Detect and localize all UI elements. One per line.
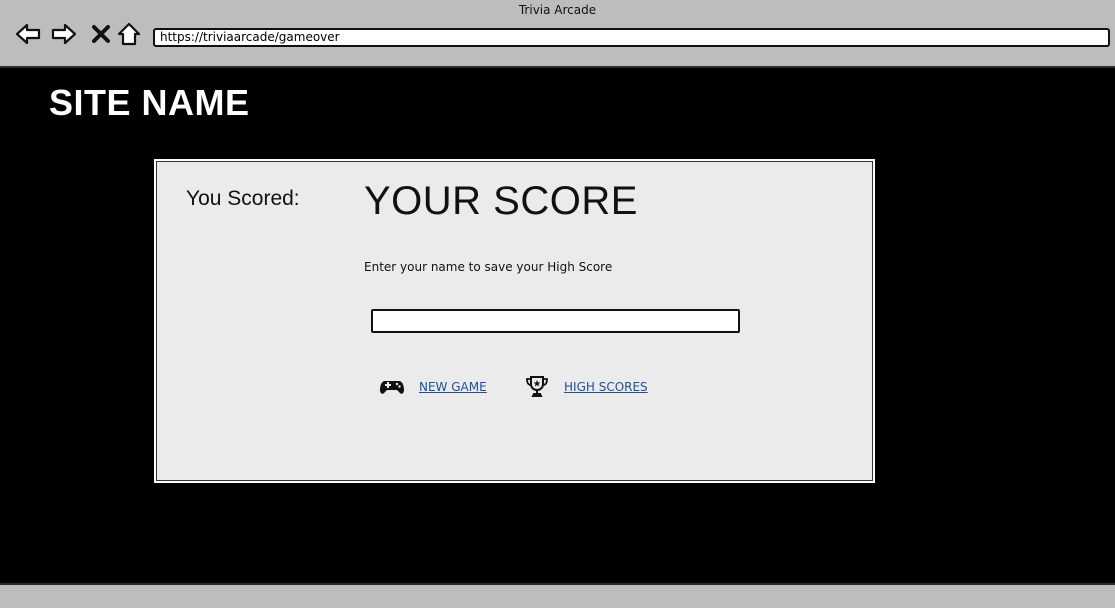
close-icon[interactable]: [87, 20, 115, 48]
new-game-button[interactable]: NEW GAME: [379, 374, 487, 400]
trophy-icon: [524, 374, 550, 400]
score-value: YOUR SCORE: [364, 179, 638, 223]
window-title: Trivia Arcade: [518, 3, 597, 17]
game-over-panel: You Scored: YOUR SCORE Enter your name t…: [154, 159, 875, 483]
forward-icon[interactable]: [50, 20, 78, 48]
high-scores-button[interactable]: HIGH SCORES: [524, 374, 648, 400]
browser-chrome: Trivia Arcade https://triviaarcade/gameo…: [0, 0, 1115, 68]
home-icon[interactable]: [115, 20, 143, 48]
score-label: You Scored:: [186, 187, 300, 210]
high-scores-link[interactable]: HIGH SCORES: [564, 380, 648, 394]
save-score-prompt: Enter your name to save your High Score: [364, 260, 613, 274]
player-name-input[interactable]: [371, 309, 740, 333]
address-bar[interactable]: https://triviaarcade/gameover: [153, 28, 1110, 47]
status-bar: [0, 583, 1115, 608]
new-game-link[interactable]: NEW GAME: [419, 380, 487, 394]
site-name: SITE NAME: [49, 82, 250, 123]
gamepad-icon: [379, 377, 405, 397]
back-icon[interactable]: [14, 20, 42, 48]
